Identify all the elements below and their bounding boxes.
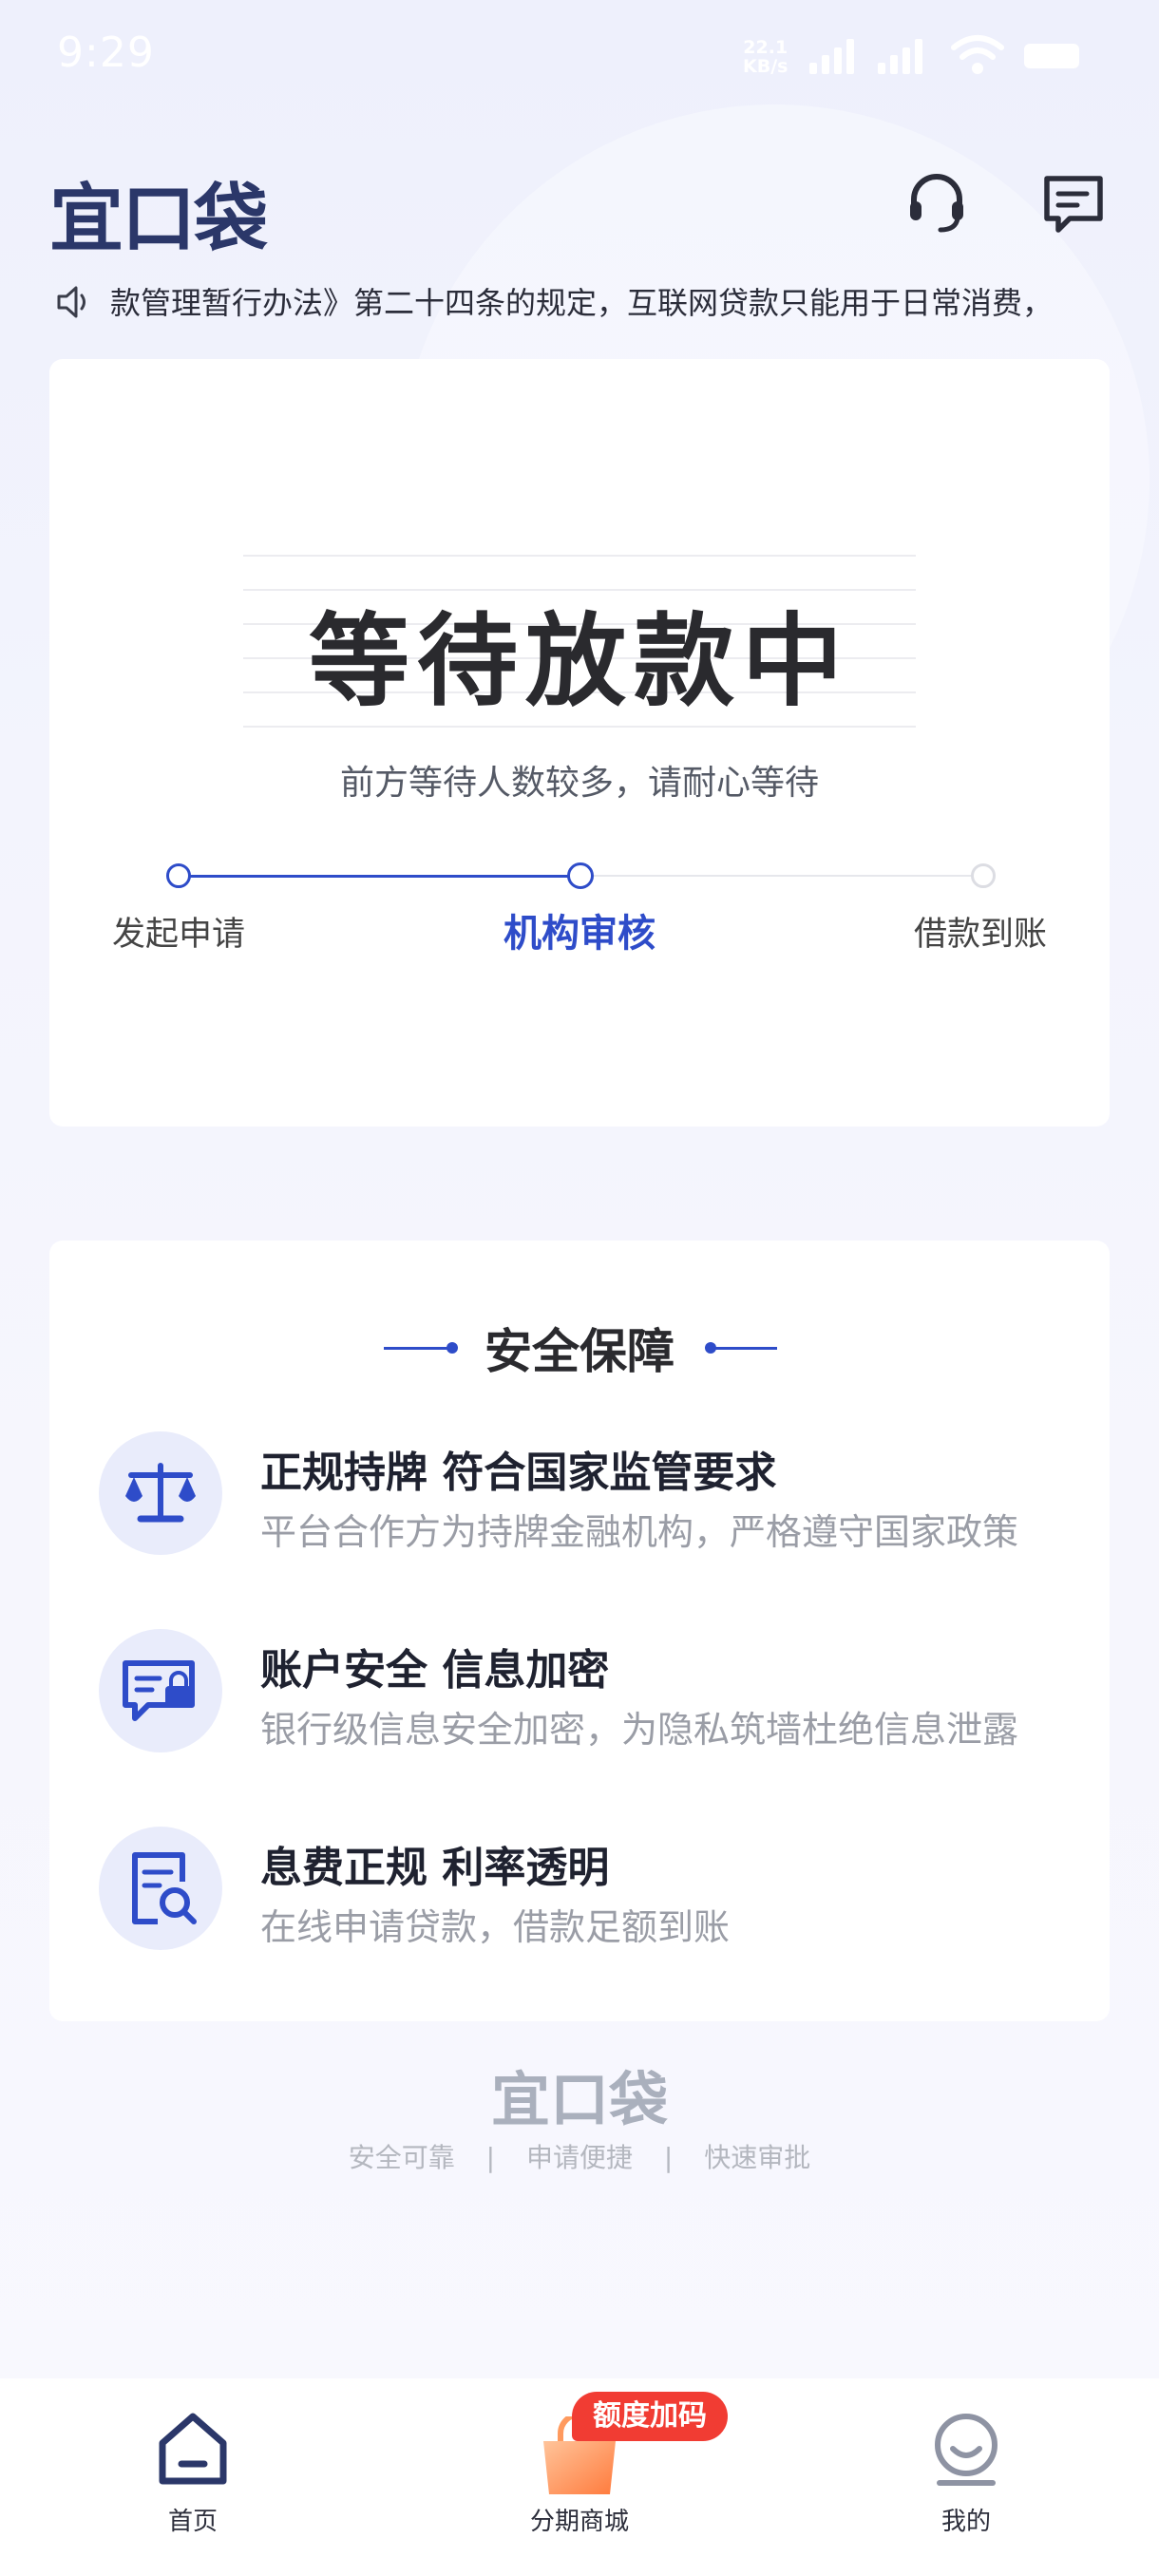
loan-status-title: 等待放款中 bbox=[309, 603, 850, 720]
feature-desc: 在线申请贷款，借款足额到账 bbox=[260, 1906, 731, 1948]
logo-text: 宜口袋 bbox=[49, 177, 268, 262]
step-label-apply: 发起申请 bbox=[111, 916, 245, 954]
headset-icon[interactable] bbox=[902, 169, 971, 237]
step-label-received: 借款到账 bbox=[913, 916, 1047, 954]
scale-icon bbox=[125, 1463, 196, 1523]
app-logo: 宜口袋 bbox=[49, 160, 268, 266]
nav-label-mall: 分期商城 bbox=[529, 2508, 629, 2536]
footer-tagline: 安全可靠 | 申请便捷 | 快速审批 bbox=[0, 2137, 1159, 2175]
loan-status-card bbox=[49, 359, 1110, 1127]
tagline-item: 快速审批 bbox=[704, 2142, 811, 2173]
feature-icon-bg bbox=[99, 1431, 222, 1555]
nav-label-profile: 我的 bbox=[940, 2508, 991, 2536]
feature-desc: 平台合作方为持牌金融机构，严格遵守国家政策 bbox=[260, 1511, 1019, 1553]
tagline-item: 安全可靠 bbox=[348, 2142, 455, 2173]
net-speed: 22.1 KB/s bbox=[743, 38, 788, 76]
speaker-icon bbox=[57, 286, 86, 318]
status-bar: 9:29 22.1 KB/s bbox=[0, 0, 1159, 114]
loan-status-subtitle: 前方等待人数较多，请耐心等待 bbox=[339, 764, 819, 803]
message-icon[interactable] bbox=[1039, 171, 1108, 239]
signal-icon bbox=[809, 39, 854, 74]
home-icon bbox=[159, 2413, 227, 2485]
notice-bar[interactable]: 款管理暂行办法》第二十四条的规定，互联网贷款只能用于日常消费， bbox=[53, 275, 1117, 329]
feature-icon-bg bbox=[99, 1827, 222, 1950]
profile-icon bbox=[935, 2414, 998, 2486]
step-dot-2 bbox=[567, 862, 594, 889]
status-time: 9:29 bbox=[57, 28, 155, 77]
step-label-review: 机构审核 bbox=[504, 912, 656, 956]
promo-badge: 额度加码 bbox=[572, 2392, 728, 2441]
feature-desc: 银行级信息安全加密，为隐私筑墙杜绝信息泄露 bbox=[260, 1709, 1019, 1751]
feature-title: 息费正规 利率透明 bbox=[260, 1844, 610, 1892]
step-dot-3 bbox=[971, 863, 996, 888]
nav-label-home: 首页 bbox=[167, 2508, 218, 2536]
signal-icon bbox=[878, 39, 922, 74]
net-speed-unit: KB/s bbox=[743, 56, 788, 77]
step-dot-1 bbox=[166, 863, 191, 888]
security-title: 安全保障 bbox=[484, 1324, 674, 1379]
wifi-icon bbox=[951, 35, 1004, 74]
feature-title: 账户安全 信息加密 bbox=[260, 1646, 610, 1695]
nav-item-profile[interactable]: 我的 bbox=[871, 2403, 1061, 2555]
progress-line-done bbox=[177, 875, 580, 878]
footer-logo: 宜口袋 bbox=[490, 2065, 668, 2134]
notice-text: 款管理暂行办法》第二十四条的规定，互联网贷款只能用于日常消费， bbox=[110, 285, 1054, 321]
tagline-separator: | bbox=[663, 2142, 674, 2173]
tagline-item: 申请便捷 bbox=[525, 2142, 633, 2173]
net-speed-value: 22.1 bbox=[743, 37, 788, 58]
document-search-icon bbox=[132, 1852, 197, 1924]
feature-icon-bg bbox=[99, 1629, 222, 1752]
battery-icon bbox=[1024, 44, 1079, 68]
secure-message-icon bbox=[123, 1660, 195, 1721]
progress-line-pending bbox=[580, 875, 982, 877]
feature-title: 正规持牌 符合国家监管要求 bbox=[260, 1449, 777, 1497]
tagline-separator: | bbox=[485, 2142, 496, 2173]
nav-item-home[interactable]: 首页 bbox=[98, 2403, 288, 2555]
